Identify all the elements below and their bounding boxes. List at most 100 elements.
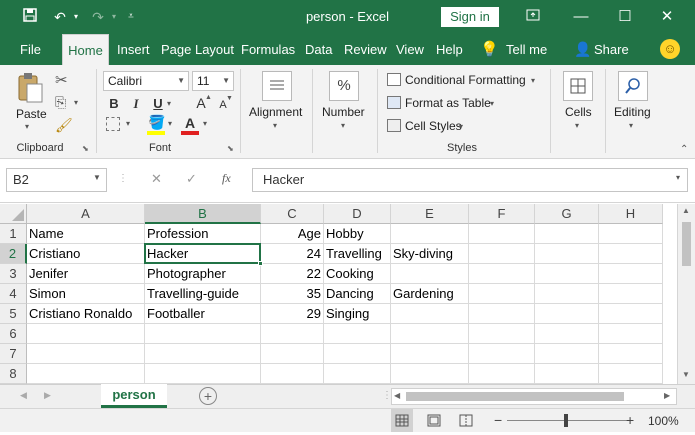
cell-d7[interactable] <box>324 344 391 364</box>
paste-label[interactable]: Paste <box>16 107 47 121</box>
copy-dropdown-icon[interactable]: ▾ <box>74 98 78 107</box>
tab-view[interactable]: View <box>396 34 424 65</box>
cell-h5[interactable] <box>599 304 663 324</box>
share-button[interactable]: Share <box>594 34 629 65</box>
tell-me-box[interactable]: Tell me <box>506 34 547 65</box>
cell-f7[interactable] <box>469 344 535 364</box>
select-all-button[interactable] <box>0 204 27 224</box>
cell-d8[interactable] <box>324 364 391 384</box>
cell-h6[interactable] <box>599 324 663 344</box>
format-as-table-button[interactable]: Format as Table <box>405 96 491 110</box>
cell-h2[interactable] <box>599 244 663 264</box>
cell-f1[interactable] <box>469 224 535 244</box>
cell-g8[interactable] <box>535 364 599 384</box>
cell-b7[interactable] <box>145 344 261 364</box>
row-header-1[interactable]: 1 <box>0 224 27 244</box>
scroll-down-icon[interactable]: ▼ <box>682 370 690 379</box>
row-header-7[interactable]: 7 <box>0 344 27 364</box>
column-header-g[interactable]: G <box>535 204 599 224</box>
cell-b3[interactable]: Photographer <box>145 264 261 284</box>
cell-d4[interactable]: Dancing <box>324 284 391 304</box>
formula-input[interactable]: Hacker <box>252 168 688 192</box>
cell-c4[interactable]: 35 <box>261 284 324 304</box>
scrollbar-thumb[interactable] <box>682 222 691 266</box>
cell-d6[interactable] <box>324 324 391 344</box>
cell-e7[interactable] <box>391 344 469 364</box>
number-dropdown-icon[interactable]: ▾ <box>341 121 345 130</box>
cell-a1[interactable]: Name <box>27 224 145 244</box>
cancel-icon[interactable]: ✕ <box>151 171 162 187</box>
paste-icon[interactable] <box>16 72 44 104</box>
person-icon[interactable]: 👤 <box>574 34 591 65</box>
insert-function-icon[interactable]: fx <box>222 171 231 186</box>
cell-g4[interactable] <box>535 284 599 304</box>
cell-styles-button[interactable]: Cell Styles <box>405 119 462 133</box>
cell-e1[interactable] <box>391 224 469 244</box>
tab-review[interactable]: Review <box>344 34 387 65</box>
cell-g2[interactable] <box>535 244 599 264</box>
cell-g1[interactable] <box>535 224 599 244</box>
alignment-label[interactable]: Alignment <box>249 105 302 119</box>
paste-dropdown-icon[interactable]: ▾ <box>25 122 29 131</box>
cell-g7[interactable] <box>535 344 599 364</box>
zoom-out-button[interactable]: − <box>494 412 502 428</box>
cell-d1[interactable]: Hobby <box>324 224 391 244</box>
vertical-scrollbar[interactable]: ▲ ▼ <box>677 204 695 384</box>
cell-f6[interactable] <box>469 324 535 344</box>
scroll-left-icon[interactable]: ◀ <box>394 391 400 400</box>
font-name-combo[interactable]: Calibri ▼ <box>103 71 189 91</box>
editing-icon[interactable] <box>618 71 648 101</box>
tab-insert[interactable]: Insert <box>117 34 150 65</box>
normal-view-button[interactable] <box>391 409 413 432</box>
tab-data[interactable]: Data <box>305 34 332 65</box>
font-color-button[interactable]: A <box>182 114 198 132</box>
tab-help[interactable]: Help <box>436 34 463 65</box>
name-box[interactable]: B2 <box>6 168 107 192</box>
lightbulb-icon[interactable]: 💡 <box>480 34 499 65</box>
format-painter-icon[interactable]: 🖌 <box>55 117 73 134</box>
row-header-5[interactable]: 5 <box>0 304 27 324</box>
conditional-dropdown-icon[interactable]: ▾ <box>531 76 535 85</box>
alignment-icon[interactable] <box>262 71 292 101</box>
expand-formula-icon[interactable]: ▾ <box>676 173 680 182</box>
cell-b1[interactable]: Profession <box>145 224 261 244</box>
cell-f3[interactable] <box>469 264 535 284</box>
close-button[interactable]: ✕ <box>652 5 682 29</box>
cell-a7[interactable] <box>27 344 145 364</box>
cell-d2[interactable]: Travelling <box>324 244 391 264</box>
font-launcher-icon[interactable]: ⬊ <box>227 144 234 153</box>
fill-color-icon[interactable]: 🪣 <box>148 114 165 131</box>
bold-button[interactable]: B <box>106 95 122 113</box>
next-sheet-icon[interactable]: ▶ <box>44 390 51 401</box>
cell-e2[interactable]: Sky-diving <box>391 244 469 264</box>
cell-a3[interactable]: Jenifer <box>27 264 145 284</box>
horizontal-scrollbar-thumb[interactable] <box>406 392 624 401</box>
tab-home[interactable]: Home <box>62 34 109 65</box>
cell-e8[interactable] <box>391 364 469 384</box>
zoom-in-button[interactable]: + <box>626 412 634 428</box>
page-layout-view-button[interactable] <box>423 409 445 432</box>
restore-button[interactable]: ☐ <box>610 5 640 29</box>
row-header-6[interactable]: 6 <box>0 324 27 344</box>
cell-c2[interactable]: 24 <box>261 244 324 264</box>
cell-f5[interactable] <box>469 304 535 324</box>
cells-icon[interactable] <box>563 71 593 101</box>
name-box-dropdown-icon[interactable]: ▼ <box>93 173 101 182</box>
conditional-formatting-button[interactable]: Conditional Formatting <box>405 73 526 87</box>
borders-icon[interactable] <box>106 117 120 131</box>
cell-e5[interactable] <box>391 304 469 324</box>
fill-handle[interactable] <box>258 261 263 266</box>
editing-label[interactable]: Editing <box>614 105 651 119</box>
column-header-c[interactable]: C <box>261 204 324 224</box>
cell-a2[interactable]: Cristiano <box>27 244 145 264</box>
cell-g5[interactable] <box>535 304 599 324</box>
ribbon-display-icon[interactable] <box>518 5 548 29</box>
cell-h3[interactable] <box>599 264 663 284</box>
cell-h8[interactable] <box>599 364 663 384</box>
cell-a6[interactable] <box>27 324 145 344</box>
cell-a4[interactable]: Simon <box>27 284 145 304</box>
font-color-dropdown-icon[interactable]: ▾ <box>203 119 207 128</box>
cell-a8[interactable] <box>27 364 145 384</box>
copy-icon[interactable]: ⎘ <box>55 94 66 111</box>
cell-e6[interactable] <box>391 324 469 344</box>
